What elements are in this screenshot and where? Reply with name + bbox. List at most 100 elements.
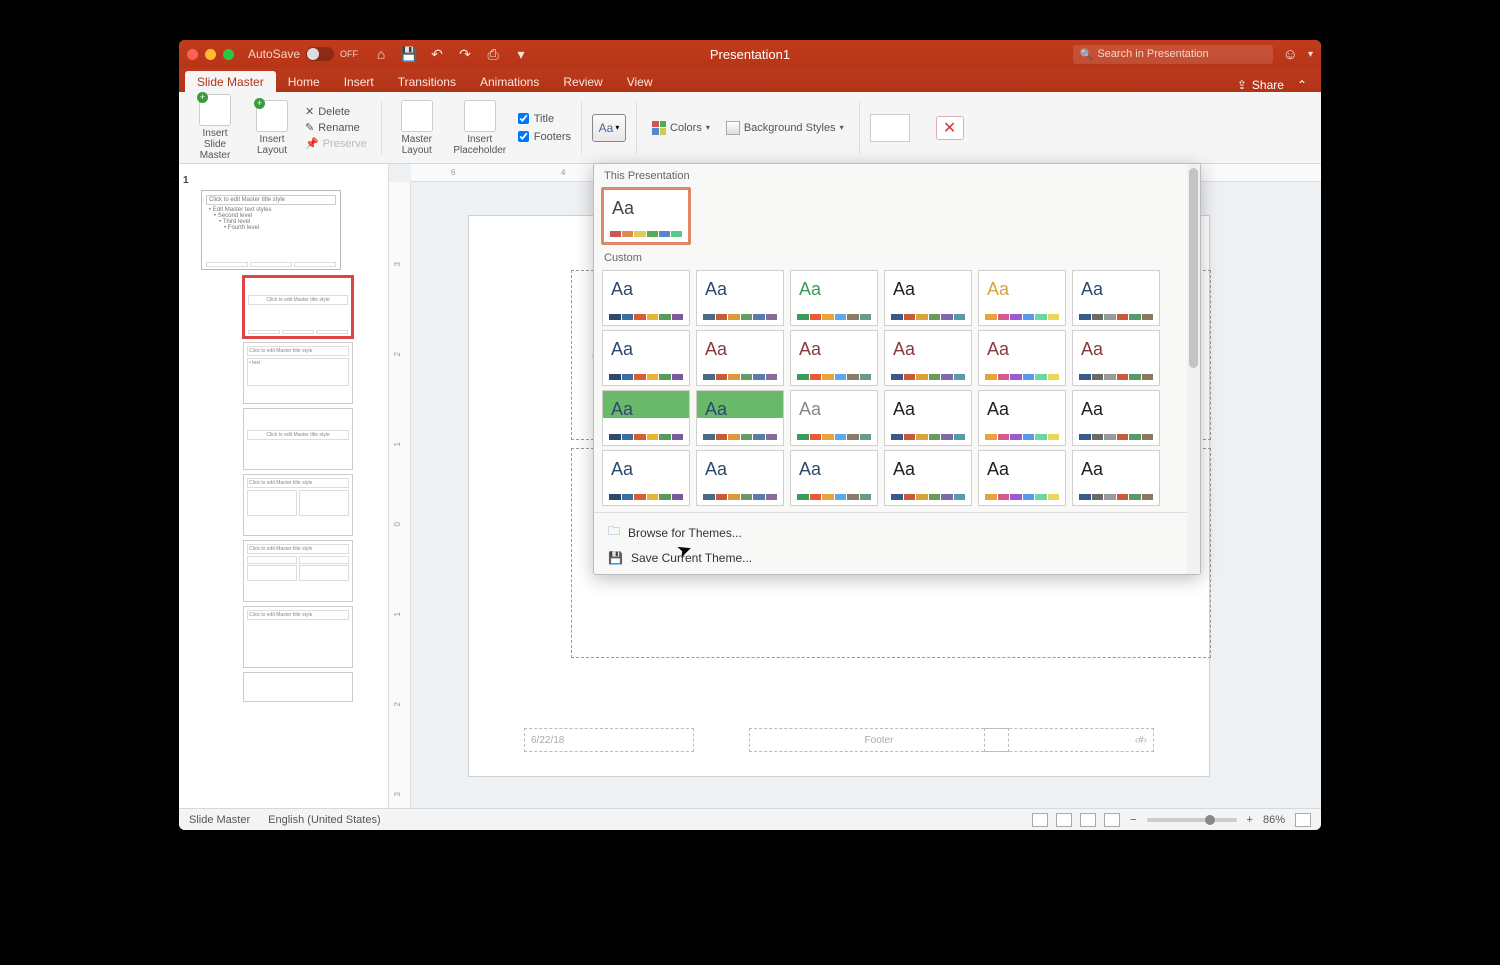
collapse-ribbon-icon[interactable]: ⌃ [1297,78,1307,92]
slide-size-button[interactable] [870,114,910,142]
zoom-slider[interactable] [1147,818,1237,822]
tab-insert[interactable]: Insert [332,71,386,92]
theme-swatch[interactable]: Aa [884,330,972,386]
print-icon[interactable]: ⎙ [484,45,502,63]
layout-thumbnail-1[interactable]: Click to edit Master title style [243,276,353,338]
title-checkbox[interactable]: Title [518,112,571,126]
autosave-switch[interactable] [306,47,334,61]
insert-placeholder-label: Insert Placeholder [452,134,508,156]
theme-swatch[interactable]: Aa [696,450,784,506]
share-label: Share [1252,78,1284,92]
preserve-button[interactable]: 📌Preserve [301,136,371,151]
share-button[interactable]: ⇪ Share ⌃ [1223,78,1321,92]
layout-thumbnail-4[interactable]: Click to edit Master title style [243,474,353,536]
preserve-icon: 📌 [305,137,319,150]
autosave-label: AutoSave [248,47,300,61]
rename-icon: ✎ [305,121,314,134]
fit-to-window-button[interactable] [1295,813,1311,827]
theme-swatch[interactable]: Aa [602,450,690,506]
zoom-in-button[interactable]: + [1247,814,1253,826]
theme-swatch[interactable]: Aa [884,390,972,446]
slideshow-button[interactable] [1104,813,1120,827]
tab-view[interactable]: View [615,71,665,92]
theme-swatch[interactable]: Aa [602,270,690,326]
zoom-level[interactable]: 86% [1263,814,1285,826]
tab-animations[interactable]: Animations [468,71,551,92]
insert-slide-master-button[interactable]: + Insert Slide Master [187,94,243,161]
theme-swatch[interactable]: Aa [790,330,878,386]
tab-review[interactable]: Review [551,71,614,92]
theme-swatch[interactable]: Aa [790,450,878,506]
tab-slide-master[interactable]: Slide Master [185,71,276,92]
master-number: 1 [183,175,189,186]
layout-thumbnail-3[interactable]: Click to edit Master title style [243,408,353,470]
layout-thumbnail-7[interactable] [243,672,353,702]
tab-transitions[interactable]: Transitions [386,71,468,92]
status-bar: Slide Master English (United States) − +… [179,808,1321,830]
close-master-view-button[interactable]: ✕ [936,116,964,140]
theme-swatch[interactable]: Aa [978,270,1066,326]
theme-current[interactable]: Aa [602,188,690,244]
normal-view-button[interactable] [1032,813,1048,827]
save-icon: 💾 [608,551,623,565]
theme-swatch[interactable]: Aa [1072,270,1160,326]
master-layout-button[interactable]: Master Layout [392,100,442,156]
search-presentation[interactable]: 🔍 [1073,45,1273,64]
slide-number-placeholder[interactable]: ‹#› [984,728,1154,752]
theme-swatch[interactable]: Aa [602,390,690,446]
themes-dropdown-button[interactable]: Aa▾ [592,114,626,142]
document-title: Presentation1 [710,47,790,62]
theme-swatch[interactable]: Aa [978,330,1066,386]
insert-placeholder-button[interactable]: Insert Placeholder [448,100,512,156]
rename-button[interactable]: ✎Rename [301,120,371,135]
theme-swatch[interactable]: Aa [978,450,1066,506]
window-controls [187,49,234,60]
tab-home[interactable]: Home [276,71,332,92]
home-icon[interactable]: ⌂ [372,45,390,63]
autosave-toggle[interactable]: AutoSave OFF [248,47,358,61]
search-input[interactable] [1097,48,1265,60]
theme-swatch[interactable]: Aa [696,270,784,326]
layout-thumbnail-2[interactable]: Click to edit Master title style • text [243,342,353,404]
layout-thumbnail-5[interactable]: Click to edit Master title style [243,540,353,602]
theme-swatch[interactable]: Aa [790,390,878,446]
theme-swatch[interactable]: Aa [1072,330,1160,386]
zoom-out-button[interactable]: − [1130,814,1136,826]
customize-qat-icon[interactable]: ▾ [512,45,530,63]
close-window-icon[interactable] [187,49,198,60]
vertical-ruler: 3210123 [389,182,411,808]
zoom-window-icon[interactable] [223,49,234,60]
theme-swatch[interactable]: Aa [1072,390,1160,446]
date-placeholder[interactable]: 6/22/18 [524,728,694,752]
theme-swatch[interactable]: Aa [696,330,784,386]
feedback-icon[interactable]: ☺ [1283,46,1298,63]
theme-swatch[interactable]: Aa [790,270,878,326]
minimize-window-icon[interactable] [205,49,216,60]
theme-swatch[interactable]: Aa [602,330,690,386]
status-language[interactable]: English (United States) [268,814,381,826]
slide-sorter-button[interactable] [1056,813,1072,827]
thumbnail-pane[interactable]: 1 Click to edit Master title style • Edi… [179,164,389,808]
themes-scrollbar[interactable] [1187,164,1200,574]
theme-swatch[interactable]: Aa [696,390,784,446]
footers-checkbox[interactable]: Footers [518,130,571,144]
theme-swatch[interactable]: Aa [884,270,972,326]
theme-swatch[interactable]: Aa [884,450,972,506]
delete-button[interactable]: ✕Delete [301,104,371,119]
colors-dropdown[interactable]: Colors▾ [647,119,715,137]
feedback-chevron[interactable]: ▾ [1308,49,1313,60]
insert-layout-button[interactable]: + Insert Layout [249,100,295,156]
footer-placeholder[interactable]: Footer [749,728,1009,752]
slide-master-thumbnail[interactable]: Click to edit Master title style • Edit … [201,190,341,270]
save-icon[interactable]: 💾 [400,45,418,63]
theme-swatch[interactable]: Aa [1072,450,1160,506]
theme-swatch[interactable]: Aa [978,390,1066,446]
reading-view-button[interactable] [1080,813,1096,827]
redo-icon[interactable]: ↷ [456,45,474,63]
layout-thumbnail-6[interactable]: Click to edit Master title style [243,606,353,668]
undo-icon[interactable]: ↶ [428,45,446,63]
background-styles-dropdown[interactable]: Background Styles▾ [721,119,849,137]
master-layout-label: Master Layout [396,134,438,156]
autosave-state: OFF [340,49,358,59]
delete-icon: ✕ [305,105,314,118]
